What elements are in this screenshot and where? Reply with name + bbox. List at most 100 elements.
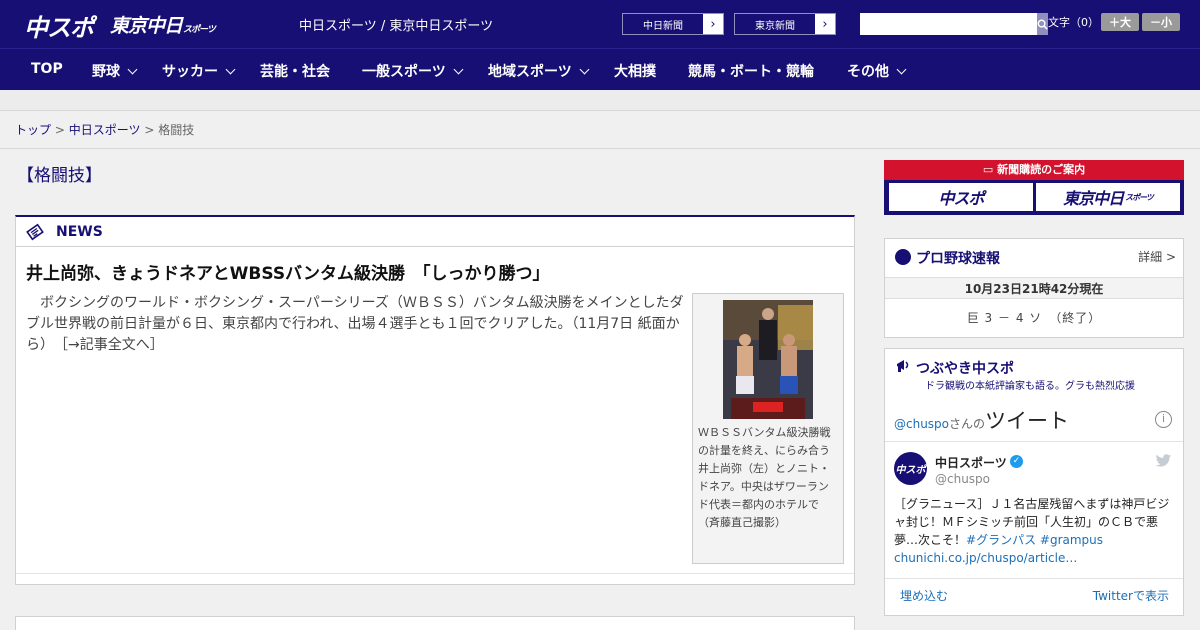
hashtag-link[interactable]: #grampus — [1040, 533, 1103, 547]
tweet-text: ［グラニュース］Ｊ１名古屋残留へまずは神戸ビジャ封じ！ＭＦシミッチ前回「人生初」… — [894, 495, 1176, 567]
chevron-right-icon: › — [815, 14, 835, 34]
nav-label: 地域スポーツ — [488, 64, 572, 80]
breadcrumb-current: 格闘技 — [158, 123, 195, 137]
subscription-header-text: 新聞購読のご案内 — [997, 163, 1086, 176]
score-timestamp: 10月23日21時42分現在 — [885, 277, 1183, 299]
chuspo-logo[interactable]: 中スポ — [24, 8, 94, 43]
nav-item-baseball[interactable]: 野球 — [92, 61, 138, 81]
search-input[interactable] — [860, 13, 1037, 35]
page-title: 【格闘技】 — [17, 166, 102, 186]
chevron-down-icon — [225, 64, 236, 74]
verified-badge-icon: ✓ — [1010, 455, 1023, 468]
logo-small-text: スポーツ — [183, 25, 216, 35]
divider — [885, 578, 1183, 579]
header-spacer — [0, 90, 1200, 111]
newspaper-icon: ▭ — [982, 163, 998, 176]
news-header: NEWS — [16, 217, 854, 247]
nav-item-racing[interactable]: 競馬・ボート・競輪 — [688, 61, 814, 81]
chevron-down-icon — [453, 64, 464, 74]
subscription-banner: ▭ 新聞購読のご案内 中スポ 東京中日 スポーツ — [884, 160, 1184, 215]
search-icon — [1037, 19, 1048, 30]
news-footer-divider — [16, 573, 854, 574]
top-header: 中スポ 東京中日スポーツ 中日スポーツ / 東京中日スポーツ 中日新聞 › 東京… — [0, 0, 1200, 48]
nav-label: 競馬・ボート・競輪 — [688, 64, 814, 80]
subscribe-chuspo-button[interactable]: 中スポ — [889, 183, 1033, 211]
breadcrumb-home[interactable]: トップ — [15, 123, 51, 137]
breadcrumb-separator: > — [54, 123, 65, 137]
hashtag-link[interactable]: #グランパス — [966, 533, 1036, 547]
newspaper-icon — [26, 223, 44, 241]
chevron-down-icon — [579, 64, 590, 74]
tweets-heading: @chuspoさんのツイート — [894, 405, 1069, 435]
nav-item-general-sports[interactable]: 一般スポーツ — [362, 61, 464, 81]
font-larger-button[interactable]: ＋大 — [1101, 13, 1139, 31]
next-panel — [15, 616, 855, 630]
logo-main-text: 東京中日 — [110, 15, 183, 37]
account-handle-link[interactable]: @chuspo — [894, 417, 949, 431]
twitter-bird-icon[interactable] — [1155, 454, 1172, 468]
nav-item-local-sports[interactable]: 地域スポーツ — [488, 61, 590, 81]
baseball-detail-link[interactable]: 詳細 > — [1138, 248, 1176, 265]
avatar[interactable]: 中スポ — [894, 452, 927, 485]
subscription-header: ▭ 新聞購読のご案内 — [884, 160, 1184, 180]
nav-item-sumo[interactable]: 大相撲 — [614, 61, 656, 81]
nav-label: 一般スポーツ — [362, 64, 446, 80]
article-summary: ボクシングのワールド・ボクシング・スーパーシリーズ（ＷＢＳＳ）バンタム級決勝をメ… — [26, 293, 684, 356]
article-title[interactable]: 井上尚弥、きょうドネアとWBSSバンタム級決勝 「しっかり勝つ」 — [26, 259, 549, 284]
tweet-url-link[interactable]: chunichi.co.jp/chuspo/article… — [894, 551, 1077, 565]
ext-link-label: 東京新聞 — [755, 20, 795, 32]
boxers-photo-illustration — [723, 300, 813, 419]
article-photo-box: ＷＢＳＳバンタム級決勝戦の計量を終え、にらみ合う井上尚弥（左）とノニト・ドネア。… — [692, 293, 844, 564]
baseball-scores-card: プロ野球速報 詳細 > 10月23日21時42分現在 巨 3 － 4 ソ （終了… — [884, 238, 1184, 338]
tweet-author-handle[interactable]: @chuspo — [935, 472, 990, 486]
chevron-down-icon — [896, 64, 907, 74]
breadcrumb-separator: > — [144, 123, 155, 137]
subscribe-btn-small: スポーツ — [1125, 192, 1154, 202]
embed-link[interactable]: 埋め込む — [900, 587, 948, 604]
font-smaller-button[interactable]: －小 — [1142, 13, 1180, 31]
info-icon[interactable]: i — [1155, 411, 1172, 428]
nav-item-entertainment[interactable]: 芸能・社会 — [260, 61, 330, 81]
nav-label: TOP — [31, 61, 63, 77]
tweets-heading-text: ツイート — [985, 409, 1070, 433]
main-nav: TOP 野球 サッカー 芸能・社会 一般スポーツ 地域スポーツ 大相撲 競馬・ボ… — [0, 48, 1200, 90]
photo-caption: ＷＢＳＳバンタム級決勝戦の計量を終え、にらみ合う井上尚弥（左）とノニト・ドネア。… — [698, 426, 831, 529]
twitter-widget: つぶやき中スポ ドラ観戦の本紙評論家も語る。グラも熱烈応援 @chuspoさんの… — [884, 348, 1184, 616]
article-photo[interactable] — [723, 300, 813, 419]
megaphone-icon — [897, 360, 909, 372]
news-panel: NEWS 井上尚弥、きょうドネアとWBSSバンタム級決勝 「しっかり勝つ」 ボク… — [15, 215, 855, 585]
nav-label: 野球 — [92, 64, 120, 80]
font-size-label: 文字（0） — [1048, 16, 1099, 29]
chevron-right-icon: › — [703, 14, 723, 34]
view-on-twitter-link[interactable]: Twitterで表示 — [1093, 587, 1169, 604]
game-score[interactable]: 巨 3 － 4 ソ （終了） — [885, 309, 1183, 326]
handle-suffix: さんの — [949, 417, 986, 431]
nav-label: サッカー — [162, 64, 218, 80]
search-form — [860, 13, 1048, 35]
tweets-title: つぶやき中スポ — [916, 361, 1014, 377]
nav-item-soccer[interactable]: サッカー — [162, 61, 236, 81]
tweet-author-name[interactable]: 中日スポーツ — [935, 454, 1007, 471]
baseball-title: プロ野球速報 — [916, 251, 1000, 267]
tokyo-chunichi-logo[interactable]: 東京中日スポーツ — [110, 11, 216, 38]
news-label: NEWS — [56, 224, 103, 240]
ext-link-label: 中日新聞 — [643, 20, 683, 32]
nav-label: その他 — [847, 64, 889, 80]
nav-item-other[interactable]: その他 — [847, 61, 907, 81]
tokyo-shimbun-link[interactable]: 東京新聞 › — [734, 13, 836, 35]
read-more-link[interactable]: ［→記事全文へ］ — [61, 337, 164, 353]
chunichi-shimbun-link[interactable]: 中日新聞 › — [622, 13, 724, 35]
breadcrumb: トップ > 中日スポーツ > 格闘技 — [15, 121, 194, 138]
nav-label: 芸能・社会 — [260, 64, 330, 80]
subscribe-btn-main: 東京中日 — [1063, 189, 1124, 208]
divider — [885, 441, 1183, 442]
nav-label: 大相撲 — [614, 64, 656, 80]
tweets-subtitle: ドラ観戦の本紙評論家も語る。グラも熱烈応援 — [925, 381, 1135, 392]
nav-item-top[interactable]: TOP — [31, 61, 63, 77]
search-button[interactable] — [1037, 13, 1048, 35]
breadcrumb-section[interactable]: 中日スポーツ — [69, 123, 141, 137]
baseball-icon — [895, 249, 911, 265]
subscribe-tokyo-button[interactable]: 東京中日 スポーツ — [1036, 183, 1180, 211]
chevron-down-icon — [127, 64, 138, 74]
site-title[interactable]: 中日スポーツ / 東京中日スポーツ — [299, 15, 493, 34]
